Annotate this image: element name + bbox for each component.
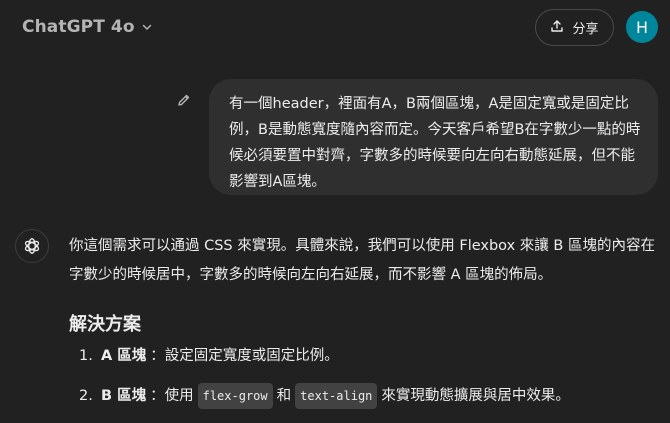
item-separator: ： xyxy=(150,348,165,364)
inline-code-text-align: text-align xyxy=(295,383,378,409)
model-name: ChatGPT 4o xyxy=(22,17,135,37)
item-text-mid: 和 xyxy=(276,388,292,404)
item-separator: ： xyxy=(150,388,165,404)
inline-code-flex-grow: flex-grow xyxy=(197,383,273,409)
share-label: 分享 xyxy=(572,22,599,37)
list-item: 1. A 區塊 ： 設定固定寬度或固定比例。 xyxy=(79,346,665,366)
openai-logo-icon xyxy=(15,229,49,263)
assistant-intro: 你這個需求可以通過 CSS 來實現。具體來說，我們可以使用 Flexbox 來讓… xyxy=(69,238,655,283)
model-selector[interactable]: ChatGPT 4o xyxy=(14,12,161,42)
chevron-down-icon xyxy=(141,21,153,33)
item-text-post: 來實現動態擴展與居中效果。 xyxy=(381,388,570,404)
assistant-message: 你這個需求可以通過 CSS 來實現。具體來說，我們可以使用 Flexbox 來讓… xyxy=(69,232,665,423)
list-number: 1. xyxy=(79,348,93,364)
user-message-bubble: 有一個header，裡面有A，B兩個區塊，A是固定寬或是固定比例，B是動態寬度隨… xyxy=(209,79,658,195)
solution-list: 1. A 區塊 ： 設定固定寬度或固定比例。 2. B 區塊 ： 使用 flex… xyxy=(69,346,665,409)
item-term: B 區塊 xyxy=(101,388,147,404)
pencil-icon[interactable] xyxy=(176,92,192,112)
solution-heading: 解決方案 xyxy=(69,314,141,335)
share-button[interactable]: 分享 xyxy=(535,9,614,46)
share-upload-icon xyxy=(550,19,564,37)
chat-window: ChatGPT 4o 分享 H 有一個header，裡面有A，B兩個區塊，A是固… xyxy=(0,0,670,423)
list-number: 2. xyxy=(79,388,93,404)
item-text-pre: 使用 xyxy=(164,388,194,404)
item-term: A 區塊 xyxy=(101,348,147,364)
top-bar: ChatGPT 4o 分享 H xyxy=(0,0,670,54)
list-item: 2. B 區塊 ： 使用 flex-grow 和 text-align 來實現動… xyxy=(79,383,665,409)
user-avatar[interactable]: H xyxy=(626,11,658,43)
user-message-text: 有一個header，裡面有A，B兩個區塊，A是固定寬或是固定比例，B是動態寬度隨… xyxy=(229,96,641,190)
item-text: 設定固定寬度或固定比例。 xyxy=(164,348,339,364)
